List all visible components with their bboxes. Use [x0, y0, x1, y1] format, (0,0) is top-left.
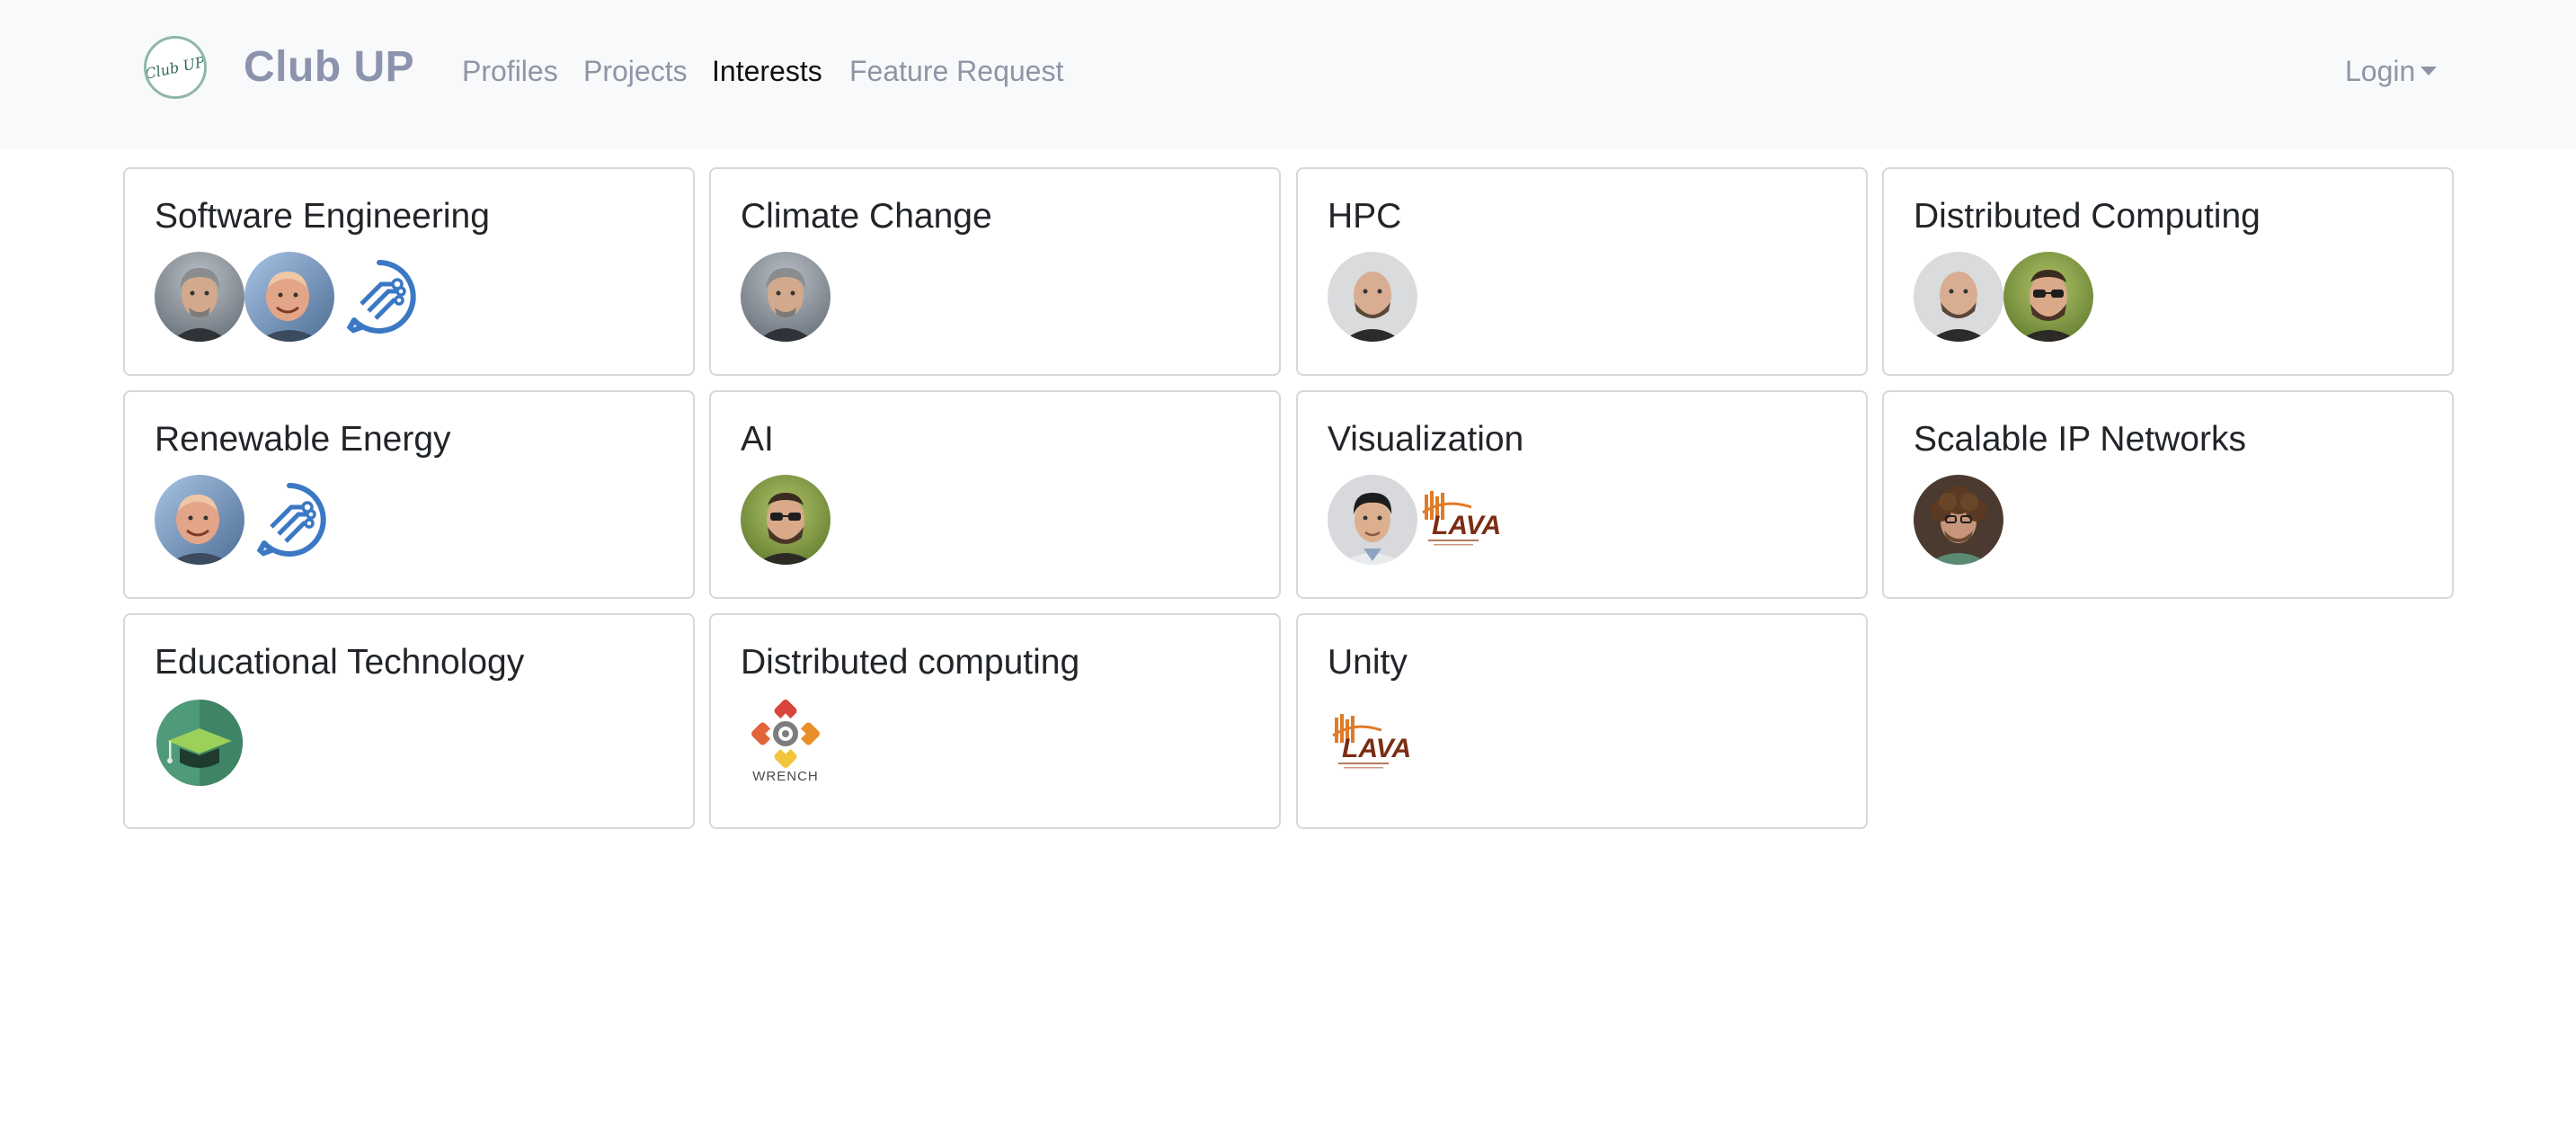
interest-title: HPC	[1328, 197, 1402, 236]
interest-title: Software Engineering	[155, 197, 490, 236]
avatar[interactable]	[2003, 252, 2093, 342]
avatar[interactable]	[741, 252, 831, 342]
avatar[interactable]	[155, 252, 244, 342]
brand-name[interactable]: Club UP	[244, 36, 414, 99]
interest-card[interactable]: HPC	[1296, 167, 1868, 376]
svg-text:LAVA: LAVA	[1432, 511, 1501, 540]
avatar[interactable]	[155, 475, 244, 565]
graduation-cap-logo-icon[interactable]	[155, 698, 244, 788]
avatar[interactable]	[1328, 475, 1417, 565]
lava-logo-icon[interactable]: LAVA	[1328, 698, 1417, 788]
interest-card[interactable]: Scalable IP Networks	[1882, 390, 2454, 599]
nav-link-projects[interactable]: Projects	[583, 47, 688, 95]
interest-title: Educational Technology	[155, 643, 525, 682]
caret-down-icon	[2421, 67, 2438, 76]
club-up-logo[interactable]: Club UP	[144, 36, 207, 99]
interest-title: Distributed Computing	[1914, 197, 2261, 236]
svg-text:WRENCH: WRENCH	[752, 769, 819, 784]
interest-title: Climate Change	[741, 197, 992, 236]
avatar[interactable]	[741, 475, 831, 565]
login-label: Login	[2345, 55, 2416, 87]
avatar[interactable]	[244, 252, 334, 342]
interest-card[interactable]: Visualization LAVA	[1296, 390, 1868, 599]
navbar: Club UP Club UP Profiles Projects Intere…	[0, 0, 2576, 149]
club-up-logo-text: Club UP	[144, 52, 207, 83]
interest-card[interactable]: Educational Technology	[123, 613, 695, 829]
wrench-logo-icon[interactable]: WRENCH	[741, 698, 831, 788]
interest-card[interactable]: Climate Change	[709, 167, 1281, 376]
interest-card[interactable]: Distributed computing WRENCH	[709, 613, 1281, 829]
avatar[interactable]	[1914, 252, 2003, 342]
lava-logo-icon[interactable]: LAVA	[1417, 475, 1507, 565]
interest-title: Scalable IP Networks	[1914, 420, 2246, 459]
interest-card[interactable]: Software Engineering	[123, 167, 695, 376]
nav-link-profiles[interactable]: Profiles	[462, 47, 558, 95]
login-dropdown[interactable]: Login	[2345, 47, 2438, 95]
avatar[interactable]	[1914, 475, 2003, 565]
interest-card[interactable]: Renewable Energy	[123, 390, 695, 599]
interest-title: Renewable Energy	[155, 420, 451, 459]
interest-card[interactable]: AI	[709, 390, 1281, 599]
nav-link-feature-request[interactable]: Feature Request	[849, 47, 1063, 95]
interest-title: Unity	[1328, 643, 1408, 682]
interest-title: Visualization	[1328, 420, 1524, 459]
interest-card[interactable]: Distributed Computing	[1882, 167, 2454, 376]
interest-title: AI	[741, 420, 774, 459]
interest-card[interactable]: Unity LAVA	[1296, 613, 1868, 829]
avatar[interactable]	[1328, 252, 1417, 342]
chat-circuit-logo-icon[interactable]	[244, 475, 334, 565]
nav-link-interests[interactable]: Interests	[712, 47, 822, 95]
interest-title: Distributed computing	[741, 643, 1080, 682]
chat-circuit-logo-icon[interactable]	[334, 252, 424, 342]
svg-text:LAVA: LAVA	[1342, 734, 1411, 763]
